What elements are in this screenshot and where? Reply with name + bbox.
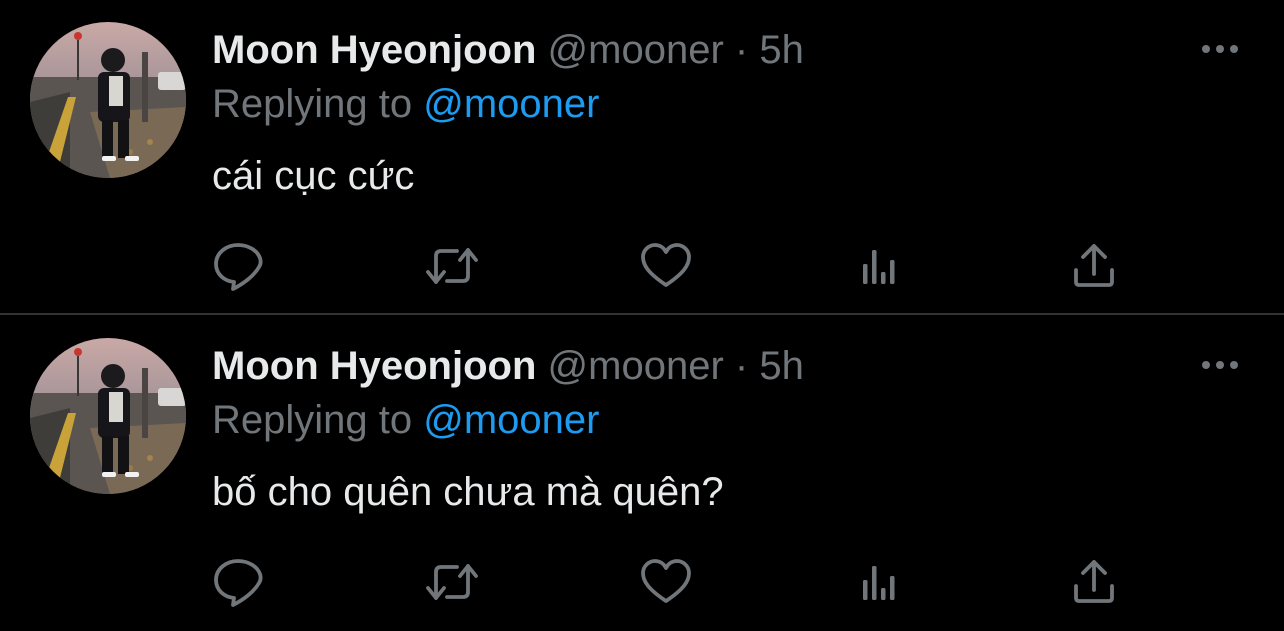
reply-icon[interactable] — [210, 238, 266, 294]
timestamp[interactable]: 5h — [759, 28, 804, 72]
reply-icon[interactable] — [210, 554, 266, 610]
tweet[interactable]: Moon Hyeonjoon @mooner · 5h Replying to … — [0, 0, 1284, 316]
avatar-photo — [30, 338, 186, 494]
retweet-icon[interactable] — [424, 554, 480, 610]
tweet-text: cái cục cức — [212, 154, 415, 198]
replying-to-prefix: Replying to — [212, 82, 413, 126]
separator-dot: · — [734, 344, 749, 388]
replying-to-mention[interactable]: @mooner — [423, 398, 599, 442]
like-icon[interactable] — [638, 554, 694, 610]
retweet-icon[interactable] — [424, 238, 480, 294]
author-name[interactable]: Moon Hyeonjoon — [212, 28, 536, 72]
stats-icon[interactable] — [852, 554, 908, 610]
avatar-photo — [30, 22, 186, 178]
more-icon[interactable] — [1196, 350, 1244, 380]
replying-to-mention[interactable]: @mooner — [423, 82, 599, 126]
replying-to-prefix: Replying to — [212, 398, 413, 442]
more-icon[interactable] — [1196, 34, 1244, 64]
replying-to: Replying to @mooner — [212, 394, 599, 446]
replying-to: Replying to @mooner — [212, 78, 599, 130]
share-icon[interactable] — [1066, 238, 1122, 294]
tweet-divider — [0, 313, 1284, 315]
avatar[interactable] — [30, 338, 186, 494]
author-handle[interactable]: @mooner — [548, 344, 724, 388]
share-icon[interactable] — [1066, 554, 1122, 610]
tweet-actions — [0, 554, 1284, 610]
tweet-text: bố cho quên chưa mà quên? — [212, 470, 724, 514]
timeline: Moon Hyeonjoon @mooner · 5h Replying to … — [0, 0, 1284, 631]
author-handle[interactable]: @mooner — [548, 28, 724, 72]
author-name[interactable]: Moon Hyeonjoon — [212, 344, 536, 388]
tweet-header: Moon Hyeonjoon @mooner · 5h — [212, 24, 804, 76]
tweet-header: Moon Hyeonjoon @mooner · 5h — [212, 340, 804, 392]
stats-icon[interactable] — [852, 238, 908, 294]
separator-dot: · — [734, 28, 749, 72]
timestamp[interactable]: 5h — [759, 344, 804, 388]
like-icon[interactable] — [638, 238, 694, 294]
tweet[interactable]: Moon Hyeonjoon @mooner · 5h Replying to … — [0, 316, 1284, 631]
tweet-actions — [0, 238, 1284, 294]
avatar[interactable] — [30, 22, 186, 178]
